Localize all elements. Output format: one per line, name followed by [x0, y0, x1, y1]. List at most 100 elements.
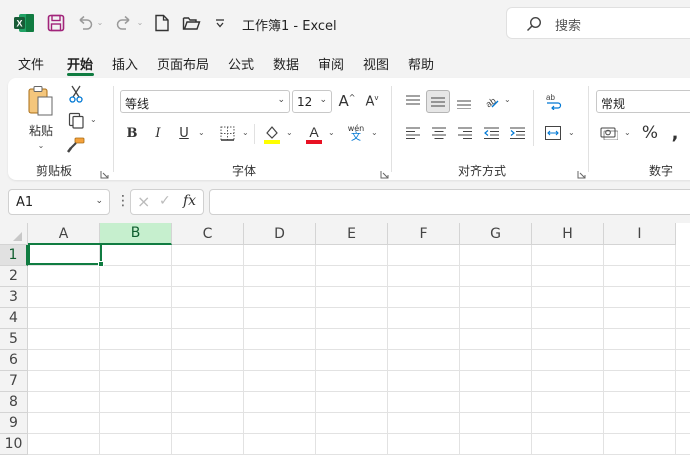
accounting-dropdown-icon[interactable]: ⌄: [624, 128, 631, 137]
active-cell[interactable]: [28, 243, 102, 265]
row-header-9[interactable]: 9: [0, 413, 28, 434]
tab-home[interactable]: 开始: [67, 54, 93, 73]
comma-style-button[interactable]: ,: [668, 122, 682, 144]
format-painter-button[interactable]: [66, 135, 86, 155]
phonetic-bottom: 文: [351, 132, 361, 143]
tab-data[interactable]: 数据: [273, 54, 299, 73]
font-color-dropdown-icon[interactable]: ⌄: [328, 128, 335, 137]
middle-align-button[interactable]: [426, 90, 450, 113]
active-tab-indicator: [67, 73, 94, 76]
save-icon[interactable]: [46, 13, 66, 33]
insert-function-button[interactable]: fx: [183, 193, 196, 209]
borders-button[interactable]: [218, 124, 236, 142]
bottom-align-button[interactable]: [453, 92, 475, 114]
undo-dropdown-icon[interactable]: ⌄: [95, 16, 105, 28]
tab-review[interactable]: 审阅: [318, 54, 344, 73]
column-header-e[interactable]: E: [316, 223, 388, 245]
open-folder-icon[interactable]: [181, 13, 201, 33]
copy-dropdown-icon[interactable]: ⌄: [90, 115, 97, 124]
new-file-icon[interactable]: [153, 13, 171, 33]
row-header-4[interactable]: 4: [0, 308, 28, 329]
borders-dropdown-icon[interactable]: ⌄: [242, 128, 249, 137]
tab-page-layout[interactable]: 页面布局: [157, 54, 209, 73]
align-center-button[interactable]: [428, 122, 450, 144]
paste-dropdown-icon[interactable]: ⌄: [38, 141, 45, 150]
number-format-dropdown[interactable]: 常规: [596, 90, 690, 113]
row-header-5[interactable]: 5: [0, 329, 28, 350]
column-header-h[interactable]: H: [532, 223, 604, 245]
font-color-button[interactable]: A: [304, 123, 324, 145]
merge-center-icon: [545, 126, 561, 140]
cell-area[interactable]: [28, 245, 690, 455]
clipboard-launcher-icon[interactable]: [100, 164, 109, 179]
column-header-f[interactable]: F: [388, 223, 460, 245]
row-header-3[interactable]: 3: [0, 287, 28, 308]
name-box[interactable]: A1 ⌄: [8, 189, 110, 215]
merge-center-button[interactable]: [542, 122, 564, 144]
cut-button[interactable]: [66, 84, 86, 104]
column-header-a[interactable]: A: [28, 223, 100, 245]
align-right-button[interactable]: [454, 122, 476, 144]
formula-input[interactable]: [209, 189, 690, 215]
bold-label: B: [126, 125, 138, 141]
column-header-b[interactable]: B: [100, 223, 172, 245]
fill-color-button[interactable]: [262, 123, 282, 145]
tab-view[interactable]: 视图: [363, 54, 389, 73]
row-header-10[interactable]: 10: [0, 434, 28, 455]
ribbon-tabs: 文件 开始 插入 页面布局 公式 数据 审阅 视图 帮助: [0, 50, 690, 76]
row-header-7[interactable]: 7: [0, 371, 28, 392]
row-header-1[interactable]: 1: [0, 245, 28, 266]
increase-font-size-button[interactable]: A^: [338, 91, 356, 111]
wrap-text-button[interactable]: ab: [542, 90, 564, 112]
undo-icon[interactable]: [75, 13, 95, 33]
increase-indent-button[interactable]: [506, 122, 528, 144]
align-left-button[interactable]: [402, 122, 424, 144]
column-header-i[interactable]: I: [604, 223, 676, 245]
fill-handle[interactable]: [98, 261, 104, 267]
select-all-button[interactable]: [0, 223, 28, 245]
row-header-6[interactable]: 6: [0, 350, 28, 371]
phonetic-dropdown-icon[interactable]: ⌄: [371, 128, 378, 137]
row-header-8[interactable]: 8: [0, 392, 28, 413]
align-bottom-icon: [457, 100, 471, 109]
tab-help[interactable]: 帮助: [408, 54, 434, 73]
phonetic-guide-button[interactable]: wén 文: [346, 122, 366, 146]
tab-insert[interactable]: 插入: [112, 54, 138, 73]
increase-indent-icon: [509, 127, 525, 139]
search-box[interactable]: 搜索: [506, 7, 690, 39]
enter-icon[interactable]: ✓: [159, 193, 171, 209]
row-header-2[interactable]: 2: [0, 266, 28, 287]
fill-color-icon: [264, 126, 280, 144]
decrease-indent-button[interactable]: [480, 122, 502, 144]
cancel-icon[interactable]: ×: [137, 192, 150, 211]
bold-button[interactable]: B: [124, 123, 140, 143]
column-header-d[interactable]: D: [244, 223, 316, 245]
more-options-icon[interactable]: ⋮: [116, 193, 130, 209]
svg-text:ab: ab: [484, 95, 498, 109]
font-launcher-icon[interactable]: [380, 164, 389, 179]
percent-style-button[interactable]: %: [640, 122, 660, 144]
redo-dropdown-icon[interactable]: ⌄: [135, 16, 145, 28]
italic-button[interactable]: I: [150, 123, 166, 143]
column-header-g[interactable]: G: [460, 223, 532, 245]
decrease-font-size-button[interactable]: Av: [363, 92, 381, 112]
top-align-button[interactable]: [402, 90, 424, 112]
column-header-c[interactable]: C: [172, 223, 244, 245]
fill-color-dropdown-icon[interactable]: ⌄: [286, 128, 293, 137]
paste-button[interactable]: 粘贴 ⌄: [22, 85, 60, 150]
merge-dropdown-icon[interactable]: ⌄: [568, 128, 575, 137]
tab-formulas[interactable]: 公式: [228, 54, 254, 73]
customize-toolbar-icon[interactable]: [212, 14, 228, 32]
font-name-dropdown[interactable]: 等线 ⌄: [120, 90, 290, 113]
orientation-button[interactable]: ab: [480, 90, 502, 112]
copy-button[interactable]: [66, 110, 86, 130]
orientation-dropdown-icon[interactable]: ⌄: [504, 95, 511, 104]
underline-dropdown-icon[interactable]: ⌄: [198, 128, 205, 137]
font-size-dropdown[interactable]: 12 ⌄: [292, 90, 332, 113]
redo-icon[interactable]: [114, 13, 134, 33]
name-box-value: A1: [16, 195, 34, 210]
tab-file[interactable]: 文件: [18, 54, 44, 73]
underline-button[interactable]: U: [176, 123, 192, 143]
alignment-launcher-icon[interactable]: [577, 164, 586, 179]
accounting-format-button[interactable]: [598, 123, 620, 143]
